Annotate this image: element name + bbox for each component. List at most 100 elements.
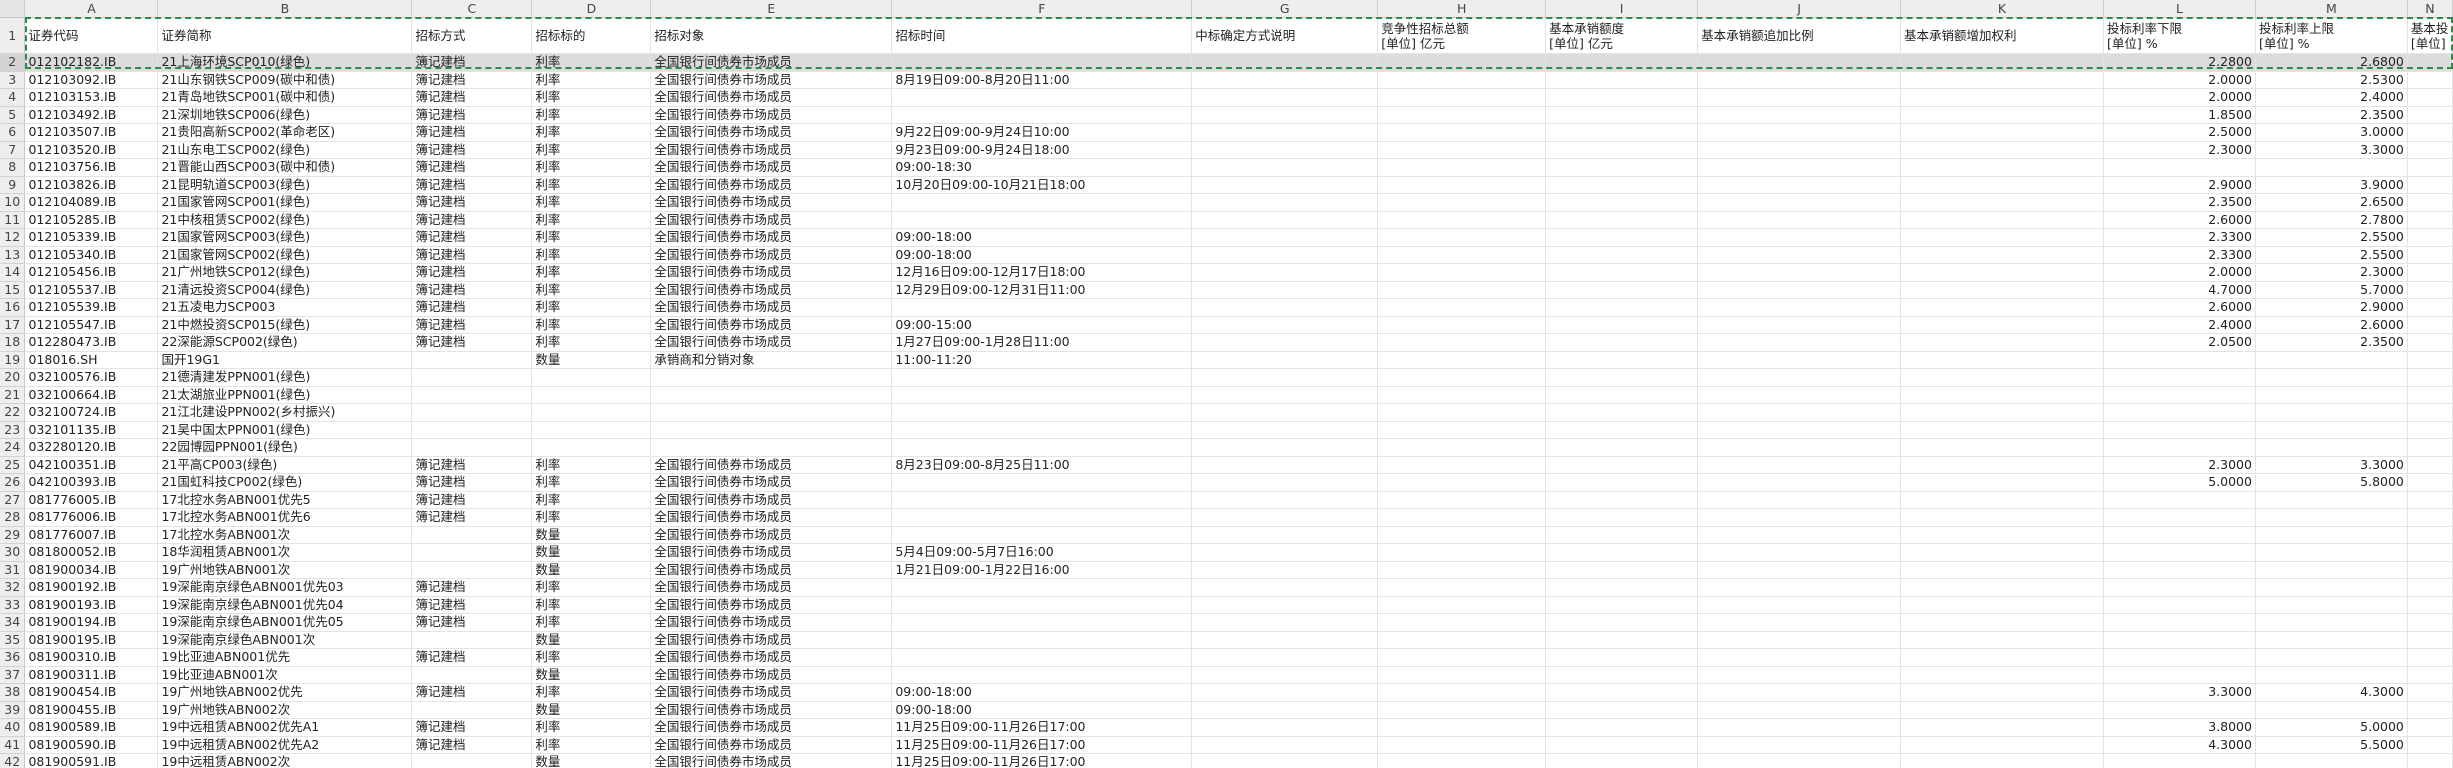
cell-a21[interactable]: 032100664.IB <box>24 386 159 404</box>
cell-f15[interactable]: 12月29日09:00-12月31日11:00 <box>891 281 1193 299</box>
cell-b18[interactable]: 22深能源SCP002(绿色) <box>157 333 413 352</box>
cell-b3[interactable]: 21山东钢铁SCP009(碳中和债) <box>157 71 413 89</box>
cell-c26[interactable]: 簿记建档 <box>411 473 533 492</box>
cell-m39[interactable] <box>2255 701 2408 719</box>
cell-g6[interactable] <box>1191 123 1379 142</box>
cell-k33[interactable] <box>1900 596 2104 614</box>
cell-d18[interactable]: 利率 <box>531 333 652 352</box>
cell-j4[interactable] <box>1697 88 1902 107</box>
cell-f32[interactable] <box>891 578 1193 597</box>
cell-h31[interactable] <box>1377 561 1547 579</box>
cell-d25[interactable]: 利率 <box>531 456 652 474</box>
cell-a19[interactable]: 018016.SH <box>24 351 159 369</box>
cell-j22[interactable] <box>1697 403 1902 422</box>
cell-j42[interactable] <box>1697 753 1902 768</box>
cell-j39[interactable] <box>1697 701 1902 719</box>
cell-b31[interactable]: 19广州地铁ABN001次 <box>157 561 413 579</box>
cell-d24[interactable] <box>531 438 652 457</box>
cell-a15[interactable]: 012105537.IB <box>24 281 159 299</box>
cell-c39[interactable] <box>411 701 533 719</box>
cell-j13[interactable] <box>1697 246 1902 264</box>
cell-c4[interactable]: 簿记建档 <box>411 88 533 107</box>
cell-e24[interactable] <box>650 438 893 457</box>
cell-e17[interactable]: 全国银行间债券市场成员 <box>650 316 893 334</box>
cell-h37[interactable] <box>1377 666 1547 684</box>
cell-e19[interactable]: 承销商和分销对象 <box>650 351 893 369</box>
cell-h9[interactable] <box>1377 176 1547 194</box>
cell-f36[interactable] <box>891 648 1193 667</box>
cell-a25[interactable]: 042100351.IB <box>24 456 159 474</box>
cell-k20[interactable] <box>1900 368 2104 387</box>
cell-h22[interactable] <box>1377 403 1547 422</box>
cell-j7[interactable] <box>1697 141 1902 159</box>
cell-n31[interactable] <box>2407 561 2453 579</box>
cell-d28[interactable]: 利率 <box>531 508 652 527</box>
cell-f35[interactable] <box>891 631 1193 649</box>
cell-g30[interactable] <box>1191 543 1379 562</box>
cell-d36[interactable]: 利率 <box>531 648 652 667</box>
cell-n40[interactable] <box>2407 718 2453 737</box>
cell-g17[interactable] <box>1191 316 1379 334</box>
cell-m17[interactable]: 2.6000 <box>2255 316 2408 334</box>
cell-j37[interactable] <box>1697 666 1902 684</box>
cell-j26[interactable] <box>1697 473 1902 492</box>
cell-h39[interactable] <box>1377 701 1547 719</box>
cell-k21[interactable] <box>1900 386 2104 404</box>
cell-j32[interactable] <box>1697 578 1902 597</box>
cell-a20[interactable]: 032100576.IB <box>24 368 159 387</box>
cell-c20[interactable] <box>411 368 533 387</box>
cell-b14[interactable]: 21广州地铁SCP012(绿色) <box>157 263 413 282</box>
cell-a7[interactable]: 012103520.IB <box>24 141 159 159</box>
row-number[interactable]: 33 <box>0 596 26 614</box>
cell-m19[interactable] <box>2255 351 2408 369</box>
column-header-l[interactable]: L <box>2103 0 2256 18</box>
cell-j35[interactable] <box>1697 631 1902 649</box>
cell-m37[interactable] <box>2255 666 2408 684</box>
cell-j19[interactable] <box>1697 351 1902 369</box>
cell-h32[interactable] <box>1377 578 1547 597</box>
cell-l42[interactable] <box>2103 753 2256 768</box>
cell-h2[interactable] <box>1377 53 1547 72</box>
cell-d20[interactable] <box>531 368 652 387</box>
cell-g36[interactable] <box>1191 648 1379 667</box>
cell-m29[interactable] <box>2255 526 2408 544</box>
row-number[interactable]: 21 <box>0 386 26 404</box>
cell-f30[interactable]: 5月4日09:00-5月7日16:00 <box>891 543 1193 562</box>
cell-g26[interactable] <box>1191 473 1379 492</box>
row-number[interactable]: 19 <box>0 351 26 369</box>
cell-h7[interactable] <box>1377 141 1547 159</box>
row-number[interactable]: 28 <box>0 508 26 527</box>
cell-l28[interactable] <box>2103 508 2256 527</box>
cell-k3[interactable] <box>1900 71 2104 89</box>
cell-l16[interactable]: 2.6000 <box>2103 298 2256 317</box>
cell-e9[interactable]: 全国银行间债券市场成员 <box>650 176 893 194</box>
cell-m15[interactable]: 5.7000 <box>2255 281 2408 299</box>
cell-d38[interactable]: 利率 <box>531 683 652 702</box>
cell-i40[interactable] <box>1545 718 1699 737</box>
cell-i27[interactable] <box>1545 491 1699 509</box>
cell-l3[interactable]: 2.0000 <box>2103 71 2256 89</box>
cell-m24[interactable] <box>2255 438 2408 457</box>
cell-j31[interactable] <box>1697 561 1902 579</box>
cell-n37[interactable] <box>2407 666 2453 684</box>
cell-n39[interactable] <box>2407 701 2453 719</box>
cell-c17[interactable]: 簿记建档 <box>411 316 533 334</box>
cell-d5[interactable]: 利率 <box>531 106 652 124</box>
cell-d19[interactable]: 数量 <box>531 351 652 369</box>
cell-n3[interactable] <box>2407 71 2453 89</box>
cell-a28[interactable]: 081776006.IB <box>24 508 159 527</box>
cell-j12[interactable] <box>1697 228 1902 247</box>
cell-d11[interactable]: 利率 <box>531 211 652 229</box>
cell-c30[interactable] <box>411 543 533 562</box>
cell-l35[interactable] <box>2103 631 2256 649</box>
cell-d10[interactable]: 利率 <box>531 193 652 212</box>
cell-m18[interactable]: 2.3500 <box>2255 333 2408 352</box>
cell-g34[interactable] <box>1191 613 1379 632</box>
cell-f6[interactable]: 9月22日09:00-9月24日10:00 <box>891 123 1193 142</box>
cell-i11[interactable] <box>1545 211 1699 229</box>
cell-c14[interactable]: 簿记建档 <box>411 263 533 282</box>
cell-a32[interactable]: 081900192.IB <box>24 578 159 597</box>
cell-l26[interactable]: 5.0000 <box>2103 473 2256 492</box>
cell-f18[interactable]: 1月27日09:00-1月28日11:00 <box>891 333 1193 352</box>
cell-e4[interactable]: 全国银行间债券市场成员 <box>650 88 893 107</box>
